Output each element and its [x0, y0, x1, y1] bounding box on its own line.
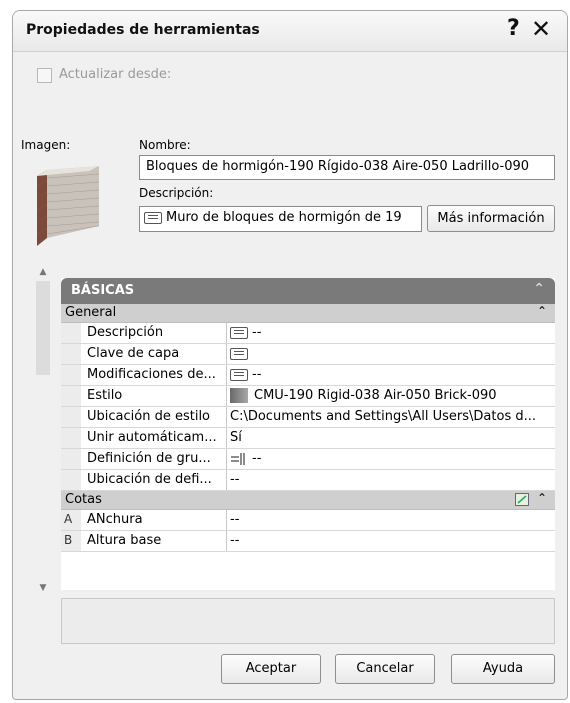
property-name: Ubicación de defi... [87, 472, 212, 487]
dimension-letter: B [64, 533, 73, 547]
table-row[interactable]: Ubicación de estilo C:\Documents and Set… [61, 407, 555, 428]
wall-preview-image [36, 166, 100, 246]
basic-section-title: BÁSICAS [71, 283, 135, 298]
note-icon [230, 368, 248, 381]
ok-button[interactable]: Aceptar [221, 654, 321, 684]
category-label: Cotas [65, 492, 102, 507]
properties-grid: BÁSICAS ⌃ General ⌃ Descripción -- Clave… [61, 278, 555, 590]
cancel-button[interactable]: Cancelar [335, 654, 435, 684]
category-general[interactable]: General ⌃ [61, 304, 555, 323]
note-icon [230, 347, 248, 360]
image-label: Imagen: [21, 138, 71, 152]
scroll-thumb[interactable] [36, 281, 50, 375]
cleanup-group-icon [231, 452, 245, 465]
close-icon[interactable]: ✕ [531, 15, 551, 43]
update-from-label: Actualizar desde: [59, 67, 172, 82]
property-name: Altura base [87, 533, 162, 548]
table-row[interactable]: Descripción -- [61, 323, 555, 344]
description-label: Descripción: [139, 186, 214, 200]
table-row[interactable]: Clave de capa [61, 344, 555, 365]
property-value[interactable]: -- [230, 472, 552, 487]
table-row[interactable]: Estilo CMU-190 Rigid-038 Air-050 Brick-0… [61, 386, 555, 407]
property-value[interactable]: Sí [230, 430, 552, 445]
property-name: Unir automáticam... [87, 430, 217, 445]
property-value[interactable] [230, 346, 552, 361]
property-value[interactable]: -- [230, 451, 552, 466]
name-field[interactable]: Bloques de hormigón-190 Rígido-038 Aire-… [139, 155, 555, 180]
property-name: Ubicación de estilo [87, 409, 211, 424]
more-info-button[interactable]: Más información [427, 205, 555, 232]
note-icon [230, 326, 248, 339]
collapse-section-icon[interactable]: ⌃ [533, 281, 545, 297]
property-name: Clave de capa [87, 346, 180, 361]
category-label: General [65, 305, 117, 320]
property-name: Descripción [87, 325, 164, 340]
property-value[interactable]: -- [230, 512, 552, 527]
chevron-up-icon[interactable]: ⌃ [537, 491, 547, 505]
dimension-icon[interactable] [515, 493, 529, 506]
category-dimensions[interactable]: Cotas ⌃ [61, 491, 555, 510]
title-bar: Propiedades de herramientas ? ✕ [13, 11, 567, 52]
style-swatch-icon [230, 388, 248, 403]
dimension-letter: A [64, 512, 73, 526]
description-panel [61, 598, 555, 644]
property-value[interactable]: -- [230, 325, 552, 340]
table-row[interactable]: A ANchura -- [61, 510, 555, 531]
description-value: Muro de bloques de hormigón de 19 [166, 210, 402, 225]
property-value[interactable]: -- [230, 533, 552, 548]
properties-scrollbar[interactable]: ▲ ▼ [36, 265, 50, 595]
property-name: Definición de gru... [87, 451, 211, 466]
help-icon[interactable]: ? [507, 16, 520, 41]
property-value[interactable]: C:\Documents and Settings\All Users\Dato… [230, 409, 552, 424]
scroll-up-icon[interactable]: ▲ [36, 265, 50, 279]
property-name: ANchura [87, 512, 143, 527]
property-value[interactable]: CMU-190 Rigid-038 Air-050 Brick-090 [230, 388, 552, 403]
basic-section-header[interactable]: BÁSICAS ⌃ [61, 278, 555, 304]
update-from-checkbox[interactable] [37, 68, 52, 83]
table-row[interactable]: Ubicación de defi... -- [61, 470, 555, 491]
table-row[interactable]: Modificaciones de... -- [61, 365, 555, 386]
property-name: Estilo [87, 388, 123, 403]
chevron-up-icon[interactable]: ⌃ [537, 304, 547, 318]
dialog-title: Propiedades de herramientas [26, 22, 260, 38]
table-row[interactable]: B Altura base -- [61, 531, 555, 552]
table-row[interactable]: Definición de gru... -- [61, 449, 555, 470]
table-row[interactable]: Unir automáticam... Sí [61, 428, 555, 449]
tool-properties-dialog: Propiedades de herramientas ? ✕ Actualiz… [12, 10, 568, 700]
property-name: Modificaciones de... [87, 367, 216, 382]
help-button[interactable]: Ayuda [451, 654, 555, 684]
note-icon [144, 211, 162, 224]
description-field[interactable]: Muro de bloques de hormigón de 19 [139, 206, 422, 232]
name-label: Nombre: [139, 138, 191, 152]
scroll-down-icon[interactable]: ▼ [36, 581, 50, 595]
property-value[interactable]: -- [230, 367, 552, 382]
